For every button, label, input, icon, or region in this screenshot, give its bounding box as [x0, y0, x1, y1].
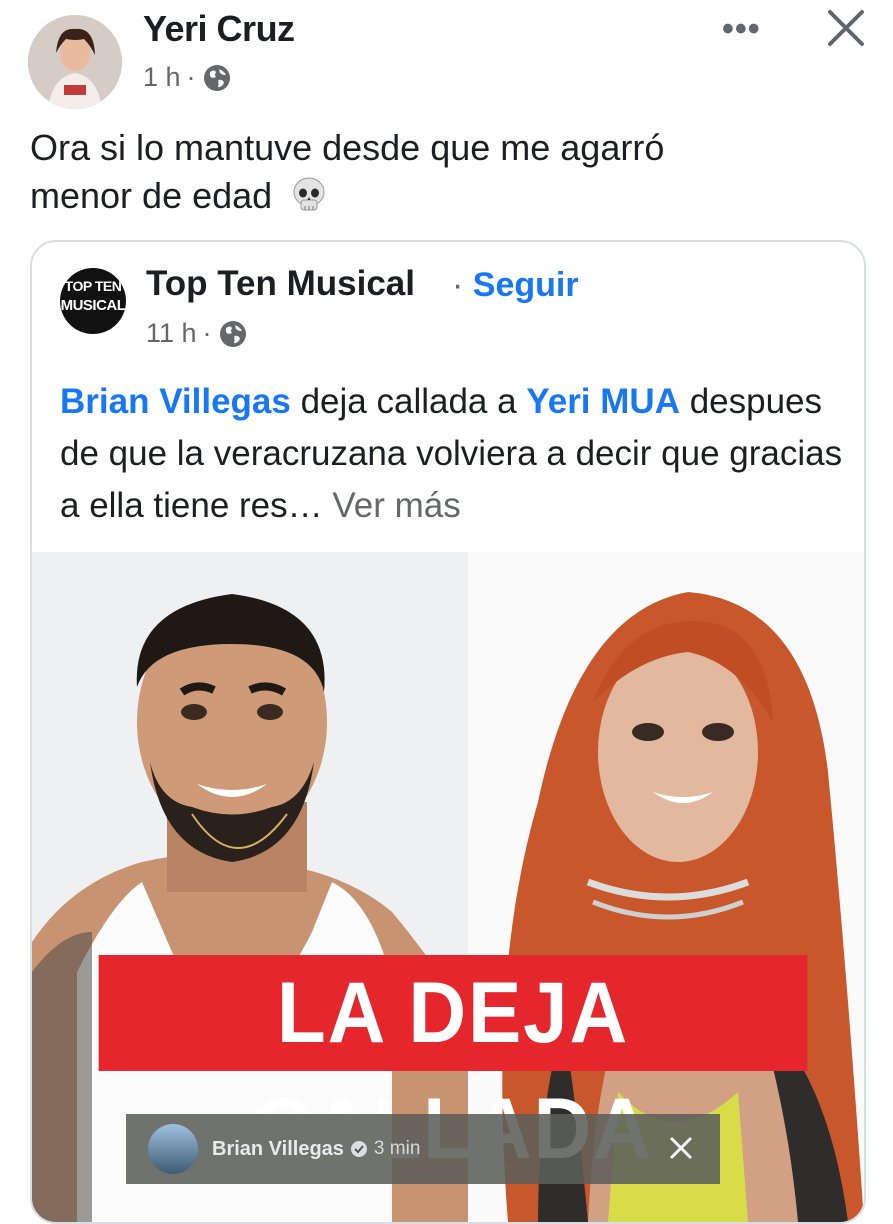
shared-post-time[interactable]: 11 h [146, 318, 197, 349]
story-time: 3 min [373, 1138, 421, 1159]
follow-wrapper: · Seguir [452, 266, 579, 305]
caption-line-2: menor de edad [30, 175, 273, 216]
more-options-icon[interactable]: ••• [722, 10, 761, 49]
story-avatar [148, 1124, 198, 1174]
globe-icon [219, 320, 246, 347]
post-image[interactable]: LA DEJA CALLADA Brian Villegas 3 min [32, 552, 864, 1222]
mention-brian-villegas[interactable]: Brian Villegas [60, 382, 291, 421]
follow-separator: · [452, 266, 473, 304]
post-time[interactable]: 1 h [143, 62, 181, 93]
text-segment: deja callada a [290, 382, 527, 421]
page-logo[interactable]: TOP TEN MUSICAL [60, 268, 126, 334]
close-icon[interactable] [822, 4, 870, 52]
globe-icon [203, 64, 230, 91]
follow-button[interactable]: Seguir [473, 266, 579, 304]
headline-banner: LA DEJA CALLADA [98, 955, 808, 1177]
author-avatar[interactable] [28, 15, 122, 109]
page-name[interactable]: Top Ten Musical [146, 264, 415, 304]
shared-post-meta: 11 h · [146, 318, 248, 349]
see-more-link[interactable]: Ver más [332, 486, 460, 525]
story-author-name: Brian Villegas [212, 1137, 344, 1160]
author-name[interactable]: Yeri Cruz [143, 8, 295, 50]
meta-separator: · [186, 62, 196, 92]
caption-line-1: Ora si lo mantuve desde que me agarró [30, 127, 665, 168]
meta-separator: · [202, 318, 212, 348]
story-overlay: Brian Villegas 3 min [126, 1114, 720, 1184]
shared-post-card[interactable]: TOP TEN MUSICAL Top Ten Musical · Seguir… [30, 240, 866, 1224]
mention-yeri-mua[interactable]: Yeri MUA [526, 382, 680, 421]
skull-icon [293, 177, 325, 211]
post-meta: 1 h · [143, 62, 232, 93]
shared-post-text: Brian Villegas deja callada a Yeri MUA d… [60, 376, 850, 532]
verified-icon [350, 1141, 367, 1157]
post-caption: Ora si lo mantuve desde que me agarró me… [30, 124, 830, 220]
close-icon [669, 1136, 693, 1160]
